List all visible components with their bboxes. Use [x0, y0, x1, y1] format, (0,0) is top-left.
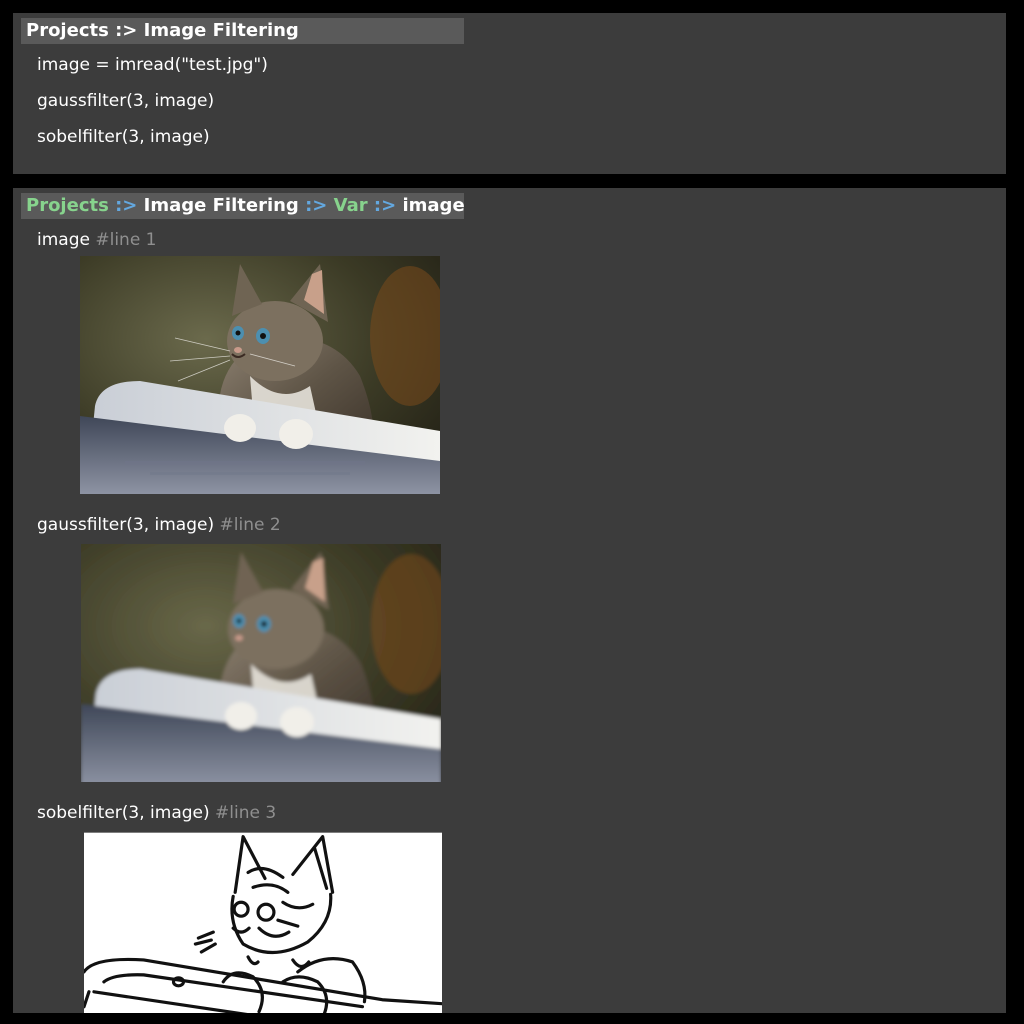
breadcrumb-separator: :>	[115, 20, 138, 41]
kitten-photo	[80, 256, 440, 494]
breadcrumb-project[interactable]: Image Filtering	[144, 195, 299, 216]
breadcrumb-projects[interactable]: Projects	[26, 195, 109, 216]
code-line-3[interactable]: sobelfilter(3, image)	[37, 127, 210, 147]
breadcrumb-separator: :>	[305, 195, 328, 216]
code-line-1[interactable]: image = imread("test.jpg")	[37, 55, 268, 75]
line-comment: #line 1	[95, 230, 157, 250]
image-preview-gaussfilter[interactable]	[81, 544, 441, 782]
kitten-edge-map	[84, 832, 442, 1013]
code-line-2[interactable]: gaussfilter(3, image)	[37, 91, 214, 111]
variable-entry-label[interactable]: image #line 1	[37, 230, 157, 250]
variable-viewer-panel: Projects :> Image Filtering :> Var :> im…	[13, 188, 1006, 1013]
breadcrumb-projects[interactable]: Projects	[26, 20, 109, 41]
breadcrumb-variable-name[interactable]: image	[402, 195, 464, 216]
viewer-breadcrumb: Projects :> Image Filtering :> Var :> im…	[21, 193, 464, 219]
variable-expression: gaussfilter(3, image)	[37, 515, 215, 535]
code-editor-panel: Projects :> Image Filtering image = imre…	[13, 13, 1006, 174]
breadcrumb-separator: :>	[373, 195, 397, 216]
variable-expression: sobelfilter(3, image)	[37, 803, 210, 823]
variable-entry-label[interactable]: sobelfilter(3, image) #line 3	[37, 803, 276, 823]
line-comment: #line 2	[219, 515, 281, 535]
line-comment: #line 3	[215, 803, 277, 823]
editor-breadcrumb: Projects :> Image Filtering	[21, 18, 464, 44]
variable-expression: image	[37, 230, 90, 250]
breadcrumb-separator: :>	[115, 195, 138, 216]
image-preview-sobelfilter[interactable]	[84, 832, 442, 1013]
breadcrumb-var[interactable]: Var	[334, 195, 368, 216]
kitten-photo-blurred	[81, 544, 441, 782]
image-preview-original[interactable]	[80, 256, 440, 494]
variable-entry-label[interactable]: gaussfilter(3, image) #line 2	[37, 515, 281, 535]
breadcrumb-project[interactable]: Image Filtering	[144, 20, 299, 41]
